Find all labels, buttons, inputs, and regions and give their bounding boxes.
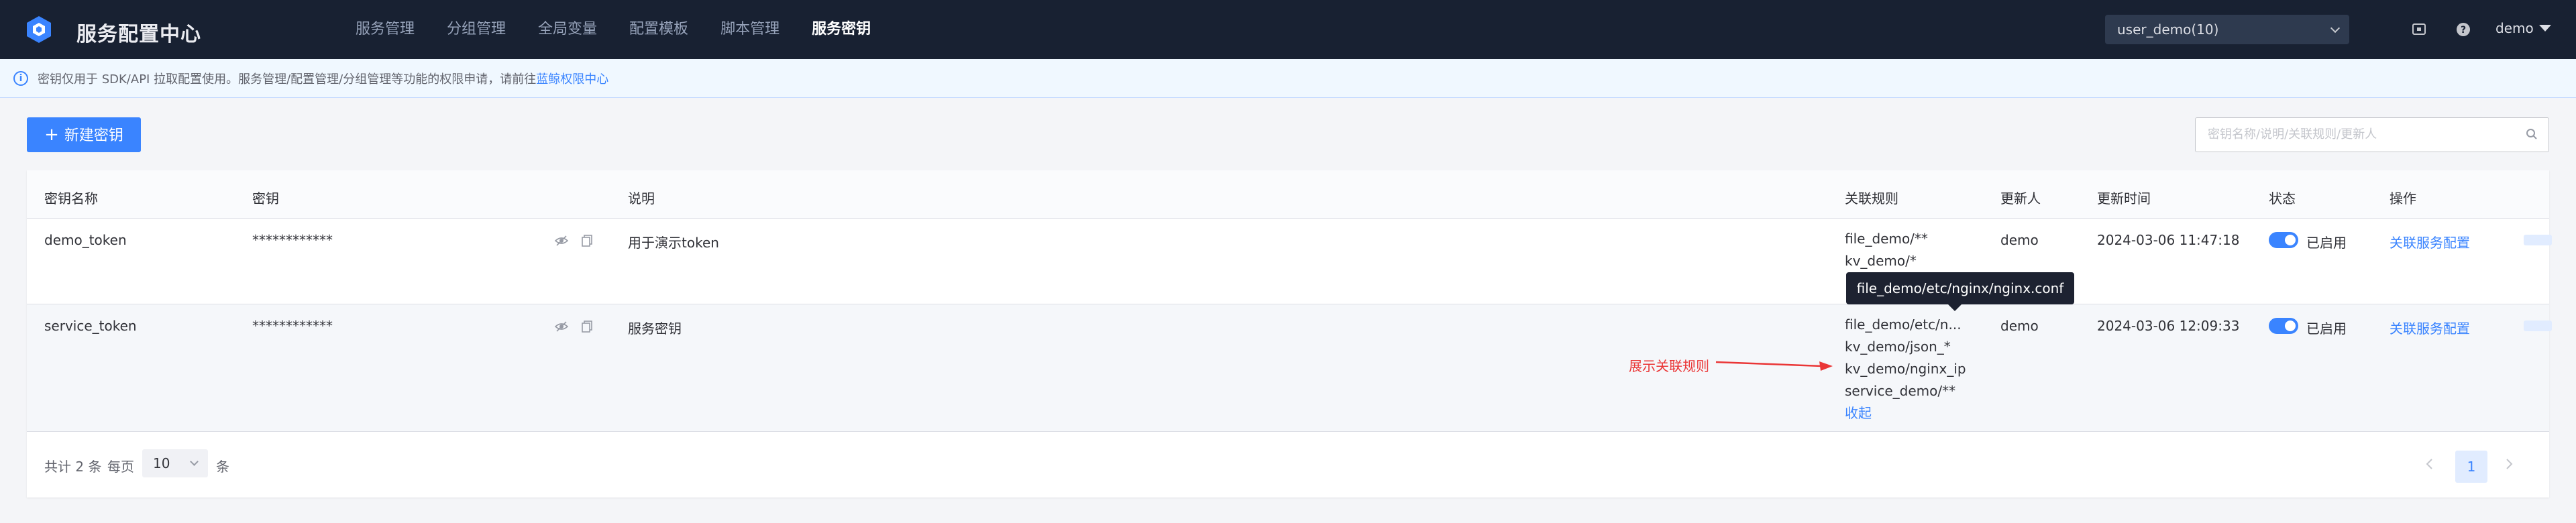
total-count: 共计 2 条: [44, 459, 102, 475]
chevron-down-icon: [190, 457, 199, 466]
rule-tooltip: file_demo/etc/nginx/nginx.conf: [1846, 272, 2074, 311]
prev-page-icon[interactable]: [2416, 451, 2443, 477]
rule-item: kv_demo/nginx_ip: [1845, 361, 1966, 377]
search-placeholder: 密钥名称/说明/关联规则/更新人: [2208, 127, 2377, 141]
page-size-select[interactable]: 10: [142, 449, 208, 477]
eye-hidden-icon[interactable]: [554, 233, 569, 248]
rule-item: file_demo/**: [1845, 231, 1928, 247]
col-rules: 关联规则: [1845, 190, 1898, 207]
search-icon[interactable]: [2526, 128, 2538, 140]
eye-hidden-icon[interactable]: [554, 319, 569, 334]
create-key-label: 新建密钥: [64, 127, 123, 144]
page-number-current[interactable]: 1: [2455, 451, 2487, 483]
col-status: 状态: [2269, 190, 2296, 207]
associate-config-link[interactable]: 关联服务配置: [2390, 232, 2470, 251]
key-rules: file_demo/etc/n... kv_demo/json_* kv_dem…: [1845, 314, 1966, 424]
key-updated-at: 2024-03-06 12:09:33: [2097, 318, 2240, 334]
help-icon[interactable]: ?: [2455, 21, 2471, 38]
create-key-button[interactable]: + 新建密钥: [27, 117, 141, 152]
nav-script-management[interactable]: 脚本管理: [720, 0, 780, 59]
plus-icon: +: [44, 125, 59, 145]
key-description: 服务密钥: [628, 321, 682, 337]
collapse-rules-link[interactable]: 收起: [1845, 402, 1966, 424]
screen-icon[interactable]: [2411, 21, 2427, 38]
key-name: service_token: [44, 318, 137, 334]
caret-down-icon: [2538, 25, 2551, 32]
page-size-value: 10: [153, 455, 170, 471]
associate-config-link[interactable]: 关联服务配置: [2390, 318, 2470, 337]
table-header: 密钥名称 密钥 说明 关联规则 更新人 更新时间 状态 操作: [27, 170, 2549, 219]
key-rules: file_demo/** kv_demo/*: [1845, 228, 1928, 272]
per-page-label: 每页: [107, 459, 134, 475]
key-secret: ************: [252, 318, 333, 334]
nav-config-templates[interactable]: 配置模板: [629, 0, 688, 59]
nav-service-management[interactable]: 服务管理: [356, 0, 415, 59]
rule-item[interactable]: file_demo/etc/n...: [1845, 314, 1966, 336]
table-row: demo_token ************ 用于演示token file_d…: [27, 219, 2552, 304]
status-toggle[interactable]: [2269, 232, 2298, 248]
next-page-icon[interactable]: [2496, 451, 2522, 477]
key-updater: demo: [2000, 232, 2039, 248]
permission-center-link[interactable]: 蓝鲸权限中心: [536, 70, 608, 87]
rule-item: kv_demo/json_*: [1845, 339, 1951, 355]
key-updater: demo: [2000, 318, 2039, 334]
key-name: demo_token: [44, 232, 127, 248]
col-updated-at: 更新时间: [2097, 190, 2151, 207]
table-footer: 共计 2 条 每页 10 条 1: [27, 432, 2549, 498]
table-row: service_token ************ 服务密钥 file_dem…: [27, 304, 2552, 432]
info-icon: i: [13, 70, 28, 86]
business-select[interactable]: user_demo(10): [2105, 15, 2349, 44]
business-select-value: user_demo(10): [2117, 21, 2219, 38]
top-navbar: 服务配置中心 服务管理 分组管理 全局变量 配置模板 脚本管理 服务密钥 use…: [0, 0, 2576, 59]
key-secret: ************: [252, 232, 333, 248]
chevron-down-icon: [2330, 23, 2341, 34]
nav-group-management[interactable]: 分组管理: [447, 0, 506, 59]
main-nav: 服务管理 分组管理 全局变量 配置模板 脚本管理 服务密钥: [356, 0, 903, 59]
nav-service-keys[interactable]: 服务密钥: [812, 0, 871, 59]
status-label: 已启用: [2306, 235, 2347, 251]
annotation-arrow-icon: [1715, 361, 1833, 371]
key-description: 用于演示token: [628, 235, 719, 251]
status-label: 已启用: [2306, 321, 2347, 337]
more-actions-button[interactable]: [2524, 235, 2552, 245]
key-updated-at: 2024-03-06 11:47:18: [2097, 232, 2240, 248]
copy-icon[interactable]: [580, 233, 594, 248]
col-secret: 密钥: [252, 190, 279, 207]
col-operations: 操作: [2390, 190, 2416, 207]
more-actions-button[interactable]: [2524, 321, 2552, 331]
status-toggle[interactable]: [2269, 318, 2298, 334]
svg-text:?: ?: [2461, 25, 2466, 36]
col-description: 说明: [628, 190, 655, 207]
copy-icon[interactable]: [580, 319, 594, 334]
annotation-label: 展示关联规则: [1629, 358, 1709, 374]
notice-text: 密钥仅用于 SDK/API 拉取配置使用。服务管理/配置管理/分组管理等功能的权…: [38, 72, 537, 86]
logo-icon[interactable]: [25, 15, 52, 44]
info-notice: i 密钥仅用于 SDK/API 拉取配置使用。服务管理/配置管理/分组管理等功能…: [0, 59, 2576, 98]
per-page-unit: 条: [216, 459, 229, 475]
user-menu[interactable]: demo: [2496, 20, 2551, 36]
rule-item: kv_demo/*: [1845, 253, 1917, 269]
col-updater: 更新人: [2000, 190, 2041, 207]
rule-item: service_demo/**: [1845, 383, 1956, 399]
keys-table-card: 密钥名称 密钥 说明 关联规则 更新人 更新时间 状态 操作 demo_toke…: [27, 170, 2552, 498]
app-title[interactable]: 服务配置中心: [76, 17, 201, 47]
username: demo: [2496, 20, 2534, 36]
col-key-name: 密钥名称: [44, 190, 98, 207]
search-input[interactable]: 密钥名称/说明/关联规则/更新人: [2195, 117, 2549, 152]
nav-global-variables[interactable]: 全局变量: [538, 0, 597, 59]
